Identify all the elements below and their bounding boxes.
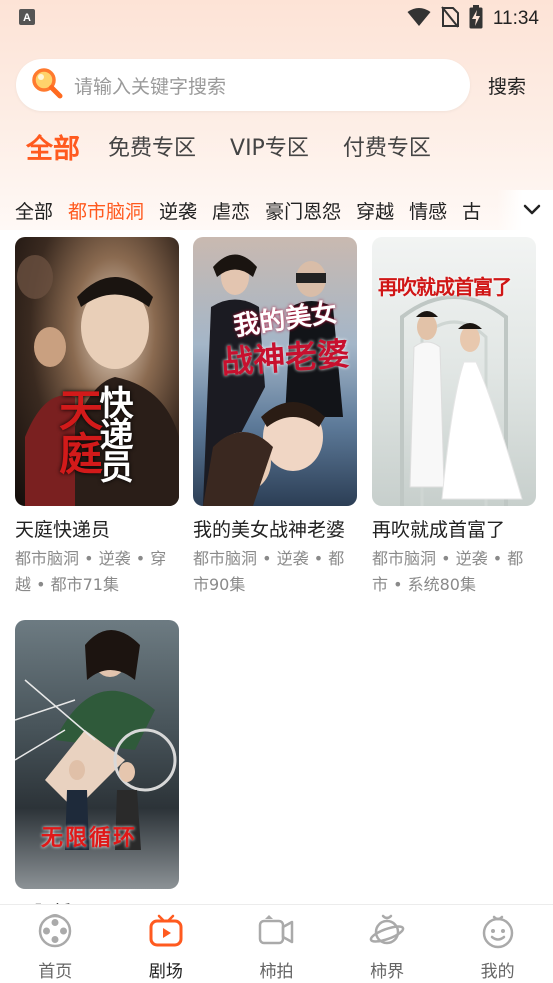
nav-label: 剧场 — [148, 962, 183, 982]
drama-title[interactable]: 天庭快递员 — [15, 515, 179, 542]
search-button[interactable]: 搜索 — [488, 72, 526, 99]
category-wealthy-family[interactable]: 豪门恩怨 — [265, 197, 341, 224]
nav-theater[interactable]: 剧场 — [111, 905, 222, 983]
drama-poster[interactable]: 无限循环 — [15, 620, 179, 889]
svg-text:A: A — [23, 12, 31, 24]
poster-title-art: 天庭 — [51, 387, 102, 475]
nav-label: 柿界 — [370, 962, 405, 982]
status-time: 11:34 — [492, 8, 539, 29]
tv-icon — [148, 913, 184, 953]
bottom-nav: 首页 剧场 柿拍 柿界 我的 — [0, 904, 553, 983]
category-emotion[interactable]: 情感 — [409, 197, 447, 224]
profile-face-icon — [480, 913, 516, 953]
category-list: 全部 都市脑洞 逆袭 虐恋 豪门恩怨 穿越 情感 古 — [15, 190, 496, 230]
drama-tags: 都市脑洞 • 逆袭 • 都 市90集 — [193, 549, 345, 594]
search-placeholder: 请输入关键字搜索 — [74, 75, 227, 98]
search-bar: 请输入关键字搜索 搜索 — [16, 59, 538, 111]
poster-title-art: 无限循环 — [41, 825, 138, 851]
drama-title[interactable]: 再吹就成首富了 — [372, 515, 536, 542]
nav-shoot[interactable]: 柿拍 — [221, 905, 332, 983]
category-comeback[interactable]: 逆袭 — [159, 197, 197, 224]
search-input[interactable]: 请输入关键字搜索 — [16, 59, 470, 111]
no-sim-icon — [441, 6, 459, 32]
nav-home[interactable]: 首页 — [0, 905, 111, 983]
main-tabs: 全部 免费专区 VIP专区 付费专区 — [26, 122, 465, 170]
video-camera-icon — [258, 913, 294, 953]
tab-paid[interactable]: 付费专区 — [343, 130, 431, 162]
drama-title[interactable]: 我的美女战神老婆 — [193, 515, 357, 542]
drama-tags: 都市脑洞 • 逆袭 • 都 市 • 系统80集 — [372, 549, 524, 594]
nav-profile[interactable]: 我的 — [442, 905, 553, 983]
tab-free[interactable]: 免费专区 — [108, 130, 196, 162]
drama-card[interactable]: 再吹就成首富了 再吹就成首富了 都市脑洞 • 逆袭 • 都 市 • 系统80集 — [372, 237, 536, 598]
nav-world[interactable]: 柿界 — [332, 905, 443, 983]
expand-categories-button[interactable] — [497, 190, 553, 230]
category-angst-romance[interactable]: 虐恋 — [212, 197, 250, 224]
search-icon — [30, 66, 64, 104]
poster-title-art: 战神老婆 — [219, 334, 351, 382]
wifi-icon — [407, 7, 431, 31]
nav-label: 柿拍 — [259, 962, 294, 982]
category-time-travel[interactable]: 穿越 — [356, 197, 394, 224]
category-bar: 全部 都市脑洞 逆袭 虐恋 豪门恩怨 穿越 情感 古 — [0, 190, 553, 230]
drama-poster[interactable]: 再吹就成首富了 — [372, 237, 536, 506]
nav-label: 我的 — [480, 962, 515, 982]
poster-title-art: 再吹就成首富了 — [378, 275, 512, 299]
planet-icon — [369, 913, 405, 953]
drama-tags: 都市脑洞 • 逆袭 • 穿 越 • 都市71集 — [15, 549, 167, 594]
drama-card[interactable]: 快递员 天庭 天庭快递员 都市脑洞 • 逆袭 • 穿 越 • 都市71集 — [15, 237, 179, 598]
notification-a-icon: A — [18, 8, 36, 30]
tab-vip[interactable]: VIP专区 — [230, 130, 309, 162]
category-all[interactable]: 全部 — [15, 197, 53, 224]
drama-poster[interactable]: 我的美女 战神老婆 — [193, 237, 357, 506]
drama-card[interactable]: 我的美女 战神老婆 我的美女战神老婆 都市脑洞 • 逆袭 • 都 市90集 — [193, 237, 357, 598]
nav-label: 首页 — [38, 962, 73, 982]
tab-all[interactable]: 全部 — [26, 127, 80, 166]
category-ancient[interactable]: 古 — [462, 197, 481, 224]
category-urban-fantasy[interactable]: 都市脑洞 — [68, 197, 144, 224]
drama-card[interactable]: 无限循环 无限循环 — [15, 620, 179, 925]
battery-charging-icon — [469, 5, 483, 33]
film-reel-icon — [37, 913, 73, 953]
status-bar: A 11:34 — [0, 0, 553, 38]
chevron-down-icon — [523, 201, 541, 220]
drama-poster[interactable]: 快递员 天庭 — [15, 237, 179, 506]
